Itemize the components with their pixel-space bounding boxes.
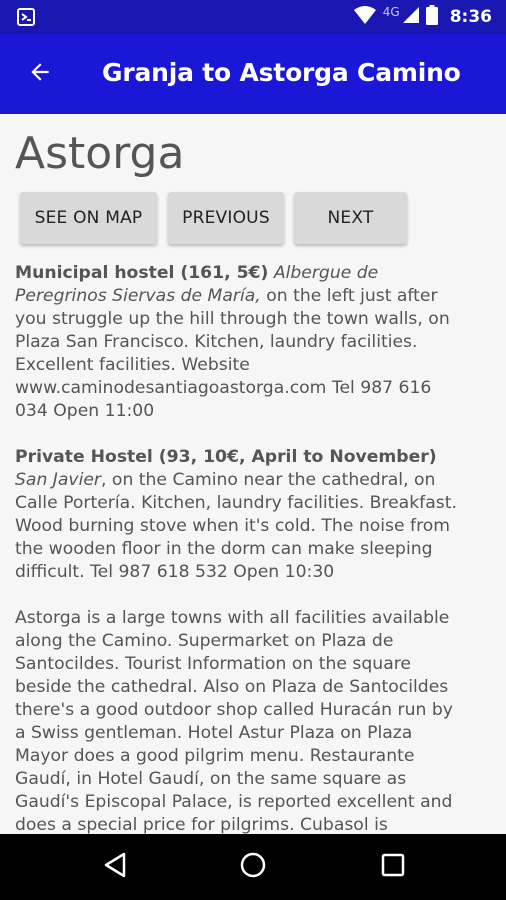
page-title: Astorga [15,128,185,179]
back-button[interactable] [18,52,62,96]
nav-recents-icon [381,853,405,882]
town-info-paragraph: Astorga is a large towns with all facili… [15,608,453,834]
cell-signal-icon [402,6,420,28]
wifi-icon [353,5,377,29]
municipal-hostel-heading: Municipal hostel (161, 5€) [15,263,269,283]
municipal-hostel-paragraph: Municipal hostel (161, 5€) Albergue de P… [15,262,465,423]
private-hostel-name: San Javier [15,470,101,490]
previous-button[interactable]: PREVIOUS [168,192,284,244]
private-hostel-heading: Private Hostel (93, 10€, April to Novemb… [15,447,437,467]
app-bar-title: Granja to Astorga Camino [102,58,461,87]
nav-home-button[interactable] [230,844,276,890]
private-hostel-paragraph: Private Hostel (93, 10€, April to Novemb… [15,446,465,584]
arrow-back-icon [27,59,53,90]
network-type-label: 4G [382,5,400,19]
next-button[interactable]: NEXT [294,192,407,244]
see-on-map-button[interactable]: SEE ON MAP [20,192,157,244]
app-bar: Granja to Astorga Camino [0,34,506,114]
municipal-hostel-details: on the left just after you struggle up t… [15,286,450,421]
nav-back-icon [102,851,128,884]
status-time: 8:36 [449,7,492,27]
status-bar: 4G 8:36 [0,0,506,34]
nav-recents-button[interactable] [370,844,416,890]
android-debug-icon [16,7,36,27]
nav-home-icon [239,851,267,884]
battery-icon [425,5,438,29]
system-nav-bar [0,834,506,900]
nav-back-button[interactable] [92,844,138,890]
main-content[interactable]: Astorga SEE ON MAP PREVIOUS NEXT Municip… [0,114,506,834]
description-text: Municipal hostel (161, 5€) Albergue de P… [15,262,465,834]
